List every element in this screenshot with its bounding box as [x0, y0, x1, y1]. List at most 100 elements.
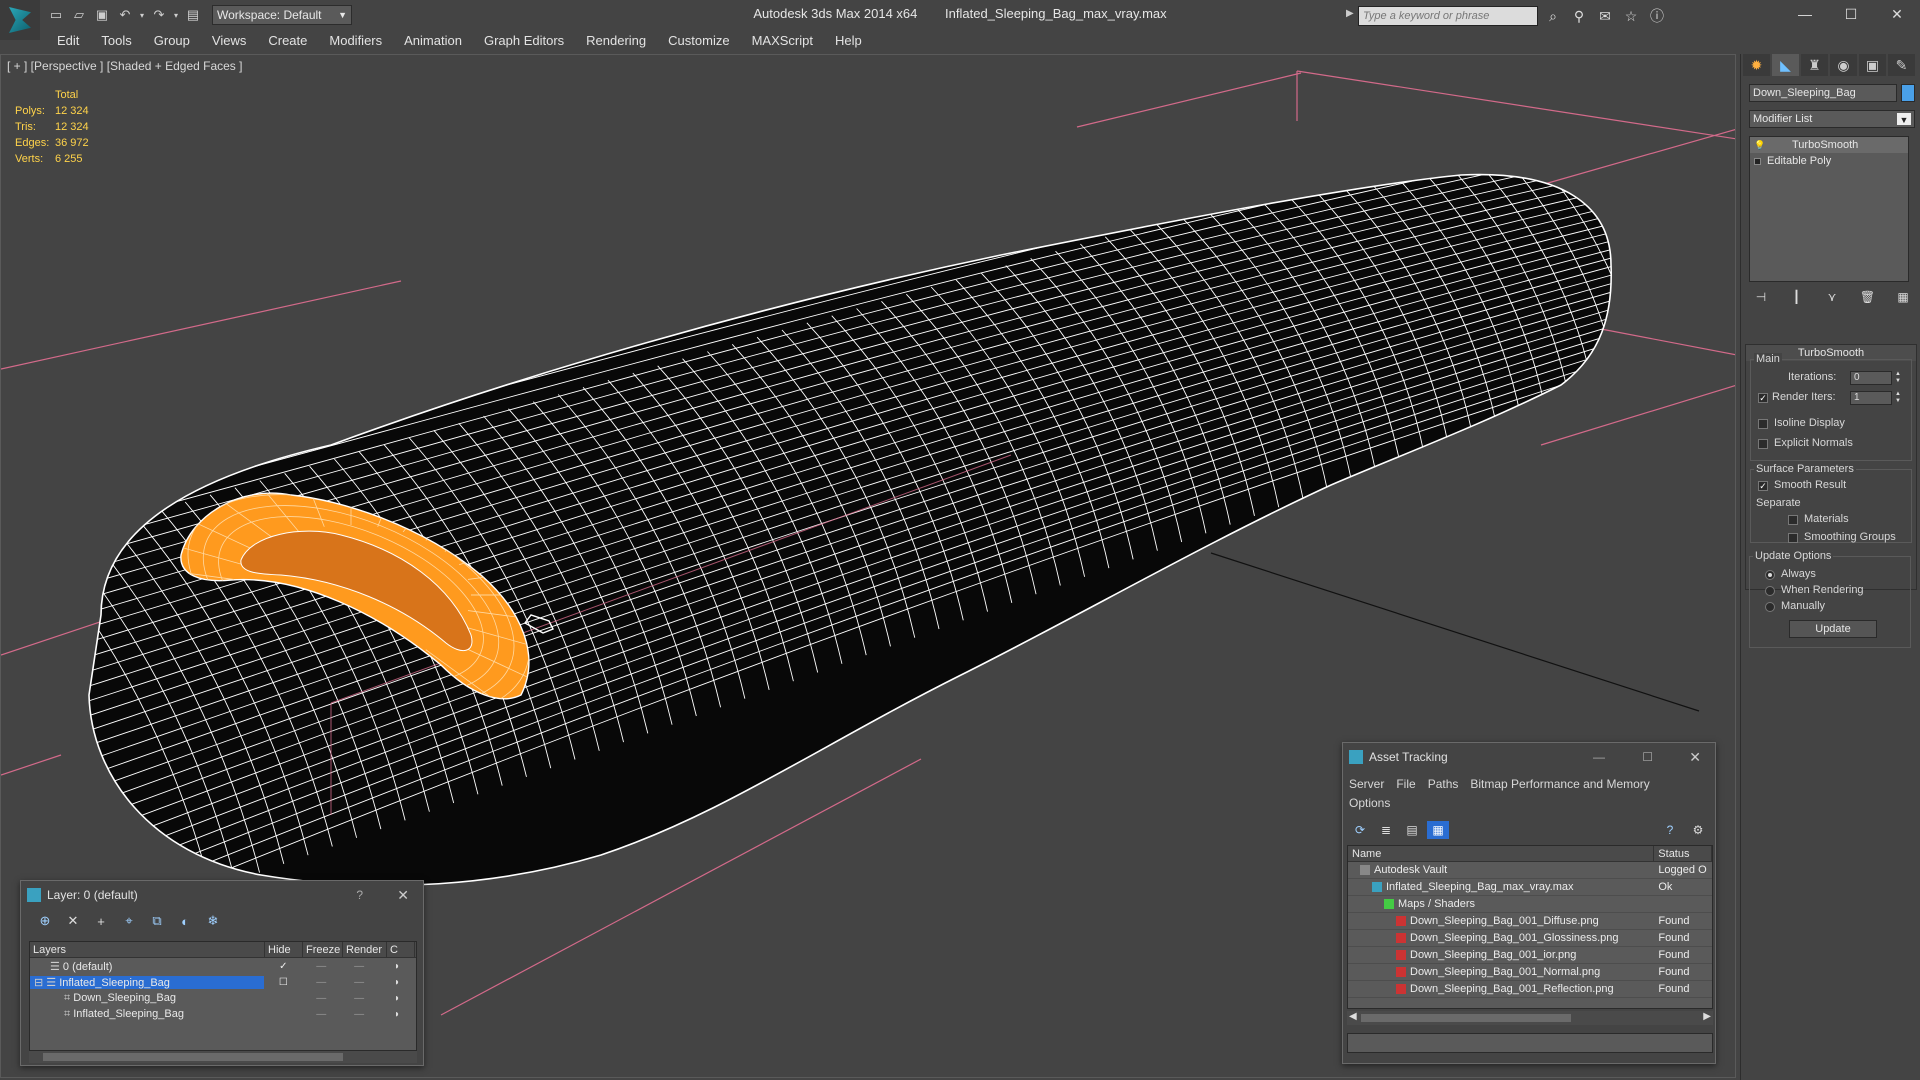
show-end-result-icon[interactable]: ┃	[1785, 288, 1809, 306]
menu-file[interactable]: File	[1396, 775, 1415, 794]
select-objects-icon[interactable]: ⌖	[117, 911, 141, 931]
help-icon[interactable]: ?	[356, 888, 363, 902]
menu-tools[interactable]: Tools	[90, 30, 142, 52]
hide-toggle[interactable]: —	[302, 1009, 340, 1020]
render-toggle-icon[interactable]: ◗	[378, 1009, 416, 1020]
minimize-icon[interactable]: —	[1782, 0, 1828, 28]
maximize-icon[interactable]: ☐	[1642, 750, 1653, 764]
table-row[interactable]: ⌗ Inflated_Sleeping_Bag — — ◗	[30, 1006, 416, 1022]
menu-server[interactable]: Server	[1349, 775, 1384, 794]
motion-tab-icon[interactable]: ◉	[1830, 54, 1857, 76]
menu-create[interactable]: Create	[257, 30, 318, 52]
close-icon[interactable]: ✕	[1689, 749, 1701, 766]
communication-icon[interactable]: ✉	[1594, 6, 1616, 26]
menu-help[interactable]: Help	[824, 30, 873, 52]
render-toggle-icon[interactable]: ◗	[378, 977, 416, 988]
hide-toggle[interactable]: —	[302, 977, 340, 988]
spinner-arrows-icon[interactable]: ▲ ▼	[1894, 391, 1902, 405]
active-checkbox[interactable]: ☐	[264, 977, 302, 988]
menu-paths[interactable]: Paths	[1428, 775, 1459, 794]
highlight-layer-icon[interactable]: ⧉	[145, 911, 169, 931]
render-toggle-icon[interactable]: ◗	[378, 993, 416, 1004]
hide-all-layers-icon[interactable]: ◐	[173, 911, 197, 931]
create-tab-icon[interactable]: ✹	[1743, 54, 1770, 76]
make-unique-icon[interactable]: ⋎	[1820, 288, 1844, 306]
freeze-toggle[interactable]: —	[340, 1009, 378, 1020]
workspace-dropdown[interactable]: Workspace: Default ▼	[212, 5, 352, 25]
undo-dropdown-icon[interactable]: ▾	[138, 5, 146, 25]
menu-maxscript[interactable]: MAXScript	[741, 30, 824, 52]
refresh-icon[interactable]: ⟳	[1349, 821, 1371, 839]
menu-group[interactable]: Group	[143, 30, 201, 52]
save-file-icon[interactable]: ▣	[92, 5, 112, 25]
modify-tab-icon[interactable]: ◣	[1772, 54, 1799, 76]
object-name-field[interactable]: Down_Sleeping_Bag	[1749, 84, 1897, 102]
stack-item-turbosmooth[interactable]: 💡 TurboSmooth	[1750, 137, 1908, 153]
table-row[interactable]: ⌗ Down_Sleeping_Bag — — ◗	[30, 990, 416, 1006]
column-color[interactable]: C	[387, 942, 415, 957]
freeze-toggle[interactable]: —	[340, 961, 378, 972]
freeze-all-layers-icon[interactable]: ❄	[201, 911, 225, 931]
table-view-icon[interactable]: ▦	[1427, 821, 1449, 839]
menu-animation[interactable]: Animation	[393, 30, 473, 52]
redo-icon[interactable]: ↷	[149, 5, 169, 25]
minimize-icon[interactable]: —	[1593, 750, 1605, 764]
list-view-icon[interactable]: ≣	[1375, 821, 1397, 839]
display-tab-icon[interactable]: ▣	[1859, 54, 1886, 76]
render-iters-spinner[interactable]: 1	[1850, 391, 1892, 405]
freeze-toggle[interactable]: —	[340, 977, 378, 988]
hide-toggle[interactable]: —	[302, 993, 340, 1004]
scrollbar-thumb[interactable]	[1361, 1014, 1571, 1022]
menu-rendering[interactable]: Rendering	[575, 30, 657, 52]
open-file-icon[interactable]: ▱	[69, 5, 89, 25]
table-row[interactable]: Down_Sleeping_Bag_001_Diffuse.png Found	[1348, 913, 1712, 930]
close-icon[interactable]: ✕	[1874, 0, 1920, 28]
column-render[interactable]: Render	[343, 942, 387, 957]
table-row[interactable]: Maps / Shaders	[1348, 896, 1712, 913]
render-iters-checkbox[interactable]: ✓	[1758, 393, 1768, 403]
object-color-swatch[interactable]	[1901, 84, 1915, 102]
active-checkmark-icon[interactable]: ✓	[264, 961, 302, 972]
delete-layer-icon[interactable]: ✕	[61, 911, 85, 931]
materials-checkbox[interactable]	[1788, 515, 1798, 525]
column-layers[interactable]: Layers	[30, 942, 265, 957]
horizontal-scrollbar[interactable]: ◀ ▶	[1347, 1011, 1713, 1025]
freeze-toggle[interactable]: —	[340, 993, 378, 1004]
when-rendering-radio[interactable]	[1765, 586, 1775, 596]
update-button[interactable]: Update	[1789, 620, 1877, 638]
favorites-star-icon[interactable]: ☆	[1620, 6, 1642, 26]
asset-dialog-titlebar[interactable]: Asset Tracking — ☐ ✕	[1343, 743, 1715, 771]
collapse-icon[interactable]: ⊟ ☰	[34, 977, 59, 989]
configure-sets-icon[interactable]: ▦	[1891, 288, 1915, 306]
menu-options[interactable]: Options	[1349, 794, 1390, 813]
manually-radio[interactable]	[1765, 602, 1775, 612]
maximize-icon[interactable]: ☐	[1828, 0, 1874, 28]
redo-dropdown-icon[interactable]: ▾	[172, 5, 180, 25]
binoculars-icon[interactable]: ⌕	[1542, 6, 1564, 26]
column-freeze[interactable]: Freeze	[303, 942, 343, 957]
smooth-result-checkbox[interactable]: ✓	[1758, 481, 1768, 491]
table-row[interactable]: Down_Sleeping_Bag_001_Reflection.png Foun…	[1348, 981, 1712, 998]
pin-stack-icon[interactable]: ⊣	[1749, 288, 1773, 306]
spinner-arrows-icon[interactable]: ▲ ▼	[1894, 371, 1902, 385]
scroll-left-icon[interactable]: ◀	[1349, 1011, 1357, 1022]
menu-customize[interactable]: Customize	[657, 30, 740, 52]
iterations-spinner[interactable]: 0	[1850, 371, 1892, 385]
table-row[interactable]: Down_Sleeping_Bag_001_ior.png Found	[1348, 947, 1712, 964]
hierarchy-tab-icon[interactable]: ♜	[1801, 54, 1828, 76]
scrollbar-thumb[interactable]	[43, 1053, 343, 1061]
table-row[interactable]: Autodesk Vault Logged O	[1348, 862, 1712, 879]
horizontal-scrollbar[interactable]	[29, 1051, 417, 1063]
modifier-list-dropdown[interactable]: Modifier List ▼	[1749, 110, 1915, 128]
stack-item-editable-poly[interactable]: Editable Poly	[1750, 153, 1908, 169]
explicit-normals-checkbox[interactable]	[1758, 439, 1768, 449]
add-to-layer-icon[interactable]: +	[89, 911, 113, 931]
close-icon[interactable]: ✕	[397, 887, 409, 904]
settings-icon[interactable]: ⚙	[1687, 821, 1709, 839]
detail-view-icon[interactable]: ▤	[1401, 821, 1423, 839]
scroll-right-icon[interactable]: ▶	[1703, 1011, 1711, 1022]
menu-views[interactable]: Views	[201, 30, 257, 52]
expand-icon[interactable]	[1754, 157, 1761, 165]
search-expand-icon[interactable]: ▶	[1346, 8, 1354, 19]
help-icon[interactable]: ⓘ	[1646, 6, 1668, 26]
